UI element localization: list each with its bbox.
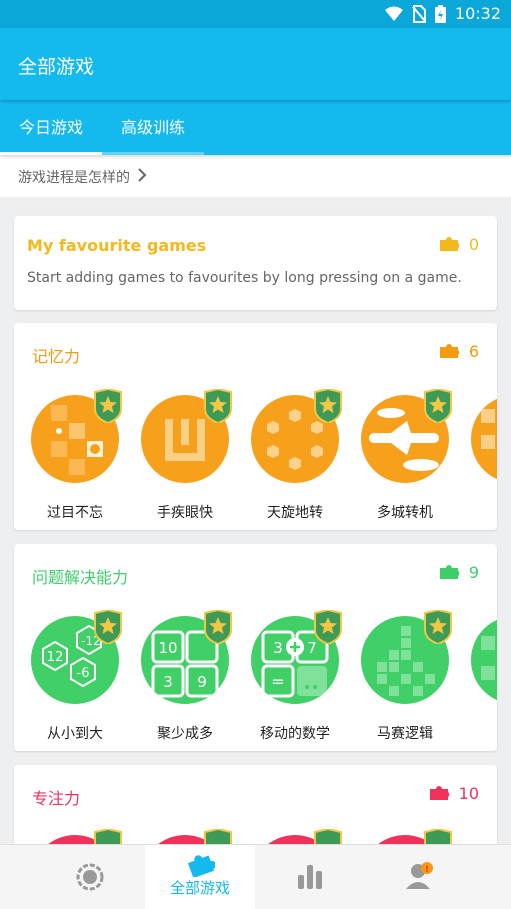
favourites-count: 0 [438,235,479,254]
category-title: 记忆力 [32,347,81,366]
puzzle-icon [439,564,460,579]
tab-bar: 今日游戏 高级训练 [0,100,511,155]
game-name: 马赛逻辑 [377,726,433,742]
battery-icon [434,4,446,23]
category-count: 9 [438,563,479,582]
favourites-title: My favourite games [27,236,207,255]
game-thumbnail [471,395,497,483]
star-badge-icon [204,389,232,423]
svg-text:=: = [271,672,284,691]
bottom-navigation: 全部游戏 ! [0,844,511,909]
game-tile[interactable]: 马赛逻辑 [344,610,454,750]
game-name: 多城转机 [377,505,433,521]
game-tile[interactable] [454,389,497,529]
game-name: 从小到大 [47,726,103,742]
star-badge-icon [94,610,122,644]
progress-link-label: 游戏进程是怎样的 [18,170,130,186]
game-name: 移动的数学 [260,726,330,742]
stats-icon [298,865,322,889]
nav-all-games[interactable]: 全部游戏 [145,845,255,909]
game-tile[interactable]: 过目不忘 [14,389,124,529]
nav-profile[interactable]: ! [365,845,475,909]
tile-number: 9 [197,673,207,691]
no-sim-icon [412,4,426,23]
profile-icon: ! [406,862,433,889]
tile-number: 3 [163,673,173,691]
category-card-memory: 记忆力 6 过目不忘 手疾眼快 天旋地转 多城转机 [14,323,497,530]
category-title: 问题解决能力 [32,568,129,587]
star-badge-icon [424,389,452,423]
tile-number: 10 [158,639,177,657]
category-card-problem-solving: 问题解决能力 9 12 -6 -12 从小到大 10 3 9 聚少成多 3 7 … [14,544,497,751]
puzzle-icon [429,785,449,800]
progress-link[interactable]: 游戏进程是怎样的 [0,155,511,197]
favourites-card: My favourite games 0 Start adding games … [14,216,497,310]
star-badge-icon [94,389,122,423]
game-tile[interactable]: 12 -6 -12 从小到大 [14,610,124,750]
game-tile[interactable]: 3 7 = 移动的数学 [234,610,344,750]
game-tile[interactable] [454,610,497,750]
overview-icon [76,863,104,891]
nav-all-games-label: 全部游戏 [169,879,230,897]
tile-number: 3 [273,639,283,657]
game-name: 过目不忘 [47,505,103,521]
puzzle-icon [187,855,215,877]
wifi-icon [384,6,403,21]
svg-text:!: ! [425,865,429,875]
category-count: 6 [438,342,479,361]
star-badge-icon [424,610,452,644]
puzzle-icon [439,236,460,251]
star-badge-icon [314,610,342,644]
tab-today-games[interactable]: 今日游戏 [0,100,102,155]
star-badge-icon [204,610,232,644]
game-thumbnail [471,616,497,704]
category-count-value: 9 [468,563,479,582]
puzzle-icon [439,343,460,358]
app-bar: 全部游戏 [0,28,511,100]
page-title: 全部游戏 [18,56,95,78]
game-tile[interactable]: 多城转机 [344,389,454,529]
tab-advanced-training[interactable]: 高级训练 [102,100,204,155]
game-name: 手疾眼快 [157,505,213,521]
category-title: 专注力 [32,789,81,808]
game-list: 过目不忘 手疾眼快 天旋地转 多城转机 [14,389,497,529]
nav-stats[interactable] [255,845,365,909]
tile-number: -6 [77,666,90,681]
game-name: 聚少成多 [157,726,213,742]
game-tile[interactable]: 手疾眼快 [124,389,234,529]
game-tile[interactable]: 10 3 9 聚少成多 [124,610,234,750]
game-tile[interactable]: 天旋地转 [234,389,344,529]
category-count-value: 10 [458,784,479,803]
chevron-right-icon [138,168,147,182]
category-count: 10 [428,784,479,803]
favourites-count-value: 0 [468,235,479,254]
tile-number: 12 [47,650,64,665]
game-list: 12 -6 -12 从小到大 10 3 9 聚少成多 3 7 = 移动的数学 马… [14,610,497,750]
game-name: 天旋地转 [267,505,323,521]
status-time: 10:32 [454,4,501,23]
favourites-description: Start adding games to favourites by long… [27,270,462,286]
star-badge-icon [314,389,342,423]
category-count-value: 6 [468,342,479,361]
nav-overview[interactable] [35,845,145,909]
status-bar: 10:32 [0,0,511,28]
